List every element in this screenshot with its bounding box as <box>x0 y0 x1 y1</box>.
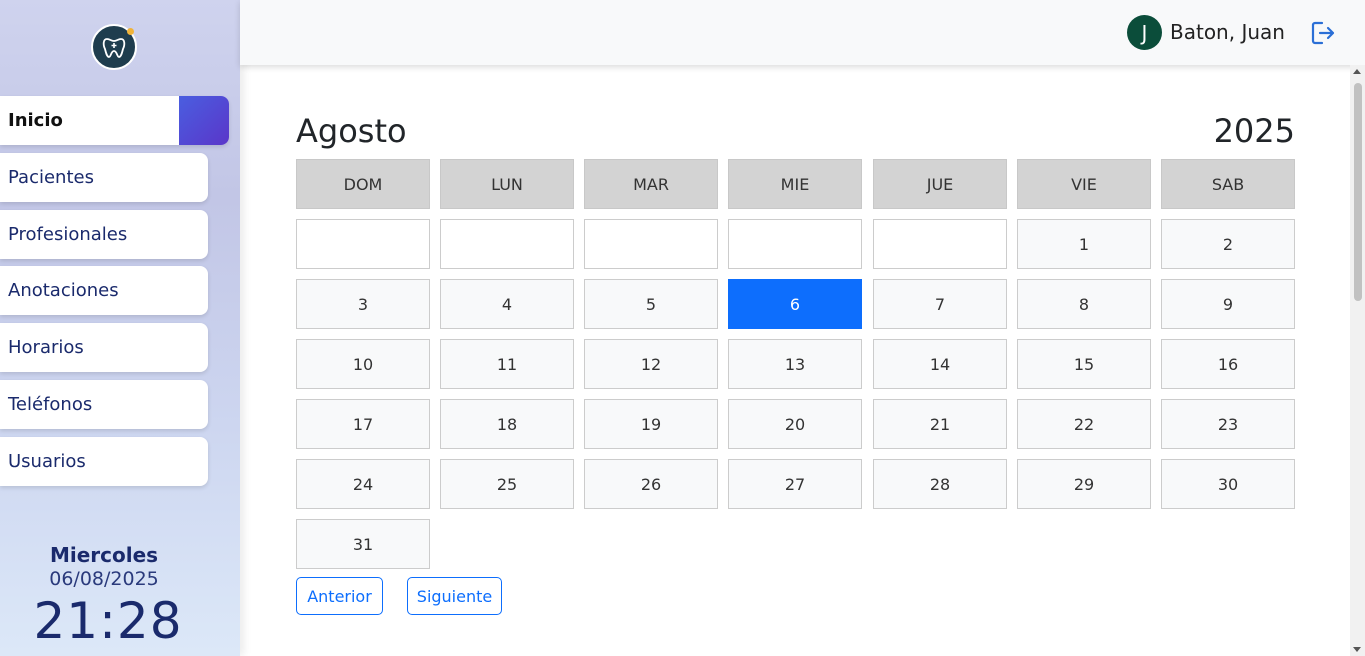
calendar-empty-cell <box>728 219 862 269</box>
sidebar: Inicio Pacientes Profesionales Anotaciones H… <box>0 0 240 656</box>
calendar-day[interactable]: 19 <box>584 399 718 449</box>
calendar-day[interactable]: 7 <box>873 279 1007 329</box>
sidebar-item-label: Pacientes <box>8 167 94 188</box>
scroll-up-icon[interactable] <box>1353 69 1361 74</box>
scroll-down-icon[interactable] <box>1353 647 1361 652</box>
sidebar-item-profesionales[interactable]: Profesionales <box>0 210 208 259</box>
calendar-empty-cell <box>296 219 430 269</box>
sidebar-item-pacientes[interactable]: Pacientes <box>0 153 208 202</box>
sidebar-item-label: Horarios <box>8 337 84 358</box>
weekday-header: MIE <box>728 159 862 209</box>
calendar-day[interactable]: 16 <box>1161 339 1295 389</box>
avatar[interactable]: J <box>1127 15 1162 50</box>
sidebar-item-label: Usuarios <box>8 451 86 472</box>
weekday-header: SAB <box>1161 159 1295 209</box>
calendar-empty-cell <box>584 219 718 269</box>
clock-date: 06/08/2025 <box>49 568 159 590</box>
clock-time: 21:28 <box>33 592 183 650</box>
sidebar-item-horarios[interactable]: Horarios <box>0 323 208 372</box>
user-name[interactable]: Baton, Juan <box>1170 20 1285 44</box>
calendar-day[interactable]: 14 <box>873 339 1007 389</box>
calendar-month: Agosto <box>296 112 407 150</box>
sidebar-item-inicio[interactable]: Inicio <box>0 96 229 145</box>
top-bar: J Baton, Juan <box>240 0 1365 65</box>
scroll-thumb[interactable] <box>1354 83 1362 301</box>
calendar-day[interactable]: 23 <box>1161 399 1295 449</box>
clock-day: Miercoles <box>49 543 159 567</box>
sidebar-item-label: Inicio <box>8 110 63 131</box>
sidebar-item-label: Teléfonos <box>8 394 93 415</box>
calendar-day[interactable]: 3 <box>296 279 430 329</box>
calendar-day[interactable]: 2 <box>1161 219 1295 269</box>
weekday-header: MAR <box>584 159 718 209</box>
calendar-day[interactable]: 29 <box>1017 459 1151 509</box>
calendar-day[interactable]: 15 <box>1017 339 1151 389</box>
calendar-day[interactable]: 12 <box>584 339 718 389</box>
calendar-year: 2025 <box>1213 112 1295 150</box>
calendar-day[interactable]: 21 <box>873 399 1007 449</box>
calendar-day[interactable]: 9 <box>1161 279 1295 329</box>
sidebar-item-telefonos[interactable]: Teléfonos <box>0 380 208 429</box>
logo-dot <box>127 28 134 35</box>
calendar-day[interactable]: 1 <box>1017 219 1151 269</box>
calendar-day[interactable]: 27 <box>728 459 862 509</box>
calendar-day[interactable]: 20 <box>728 399 862 449</box>
calendar-day[interactable]: 6 <box>728 279 862 329</box>
sidebar-item-label: Profesionales <box>8 224 128 245</box>
calendar-day[interactable]: 4 <box>440 279 574 329</box>
sidebar-item-usuarios[interactable]: Usuarios <box>0 437 208 486</box>
sidebar-item-anotaciones[interactable]: Anotaciones <box>0 266 208 315</box>
calendar-day[interactable]: 11 <box>440 339 574 389</box>
logout-button[interactable] <box>1308 18 1338 48</box>
calendar-day[interactable]: 17 <box>296 399 430 449</box>
clinic-logo[interactable] <box>91 24 137 70</box>
calendar-day[interactable]: 31 <box>296 519 430 569</box>
calendar-day[interactable]: 8 <box>1017 279 1151 329</box>
calendar-empty-cell <box>873 219 1007 269</box>
calendar-day[interactable]: 25 <box>440 459 574 509</box>
calendar-day[interactable]: 30 <box>1161 459 1295 509</box>
calendar-day[interactable]: 22 <box>1017 399 1151 449</box>
calendar-day[interactable]: 10 <box>296 339 430 389</box>
weekday-header: VIE <box>1017 159 1151 209</box>
calendar-day[interactable]: 18 <box>440 399 574 449</box>
prev-month-button[interactable]: Anterior <box>296 577 383 615</box>
page-scrollbar[interactable] <box>1350 65 1365 656</box>
calendar-empty-cell <box>440 219 574 269</box>
logout-icon <box>1311 21 1335 45</box>
weekday-header: DOM <box>296 159 430 209</box>
calendar-day[interactable]: 24 <box>296 459 430 509</box>
calendar-day[interactable]: 13 <box>728 339 862 389</box>
tooth-icon <box>102 38 126 58</box>
weekday-header: JUE <box>873 159 1007 209</box>
weekday-header: LUN <box>440 159 574 209</box>
sidebar-item-label: Anotaciones <box>8 280 119 301</box>
calendar-day[interactable]: 26 <box>584 459 718 509</box>
calendar-day[interactable]: 28 <box>873 459 1007 509</box>
calendar-day[interactable]: 5 <box>584 279 718 329</box>
next-month-button[interactable]: Siguiente <box>407 577 502 615</box>
active-indicator <box>179 96 229 145</box>
